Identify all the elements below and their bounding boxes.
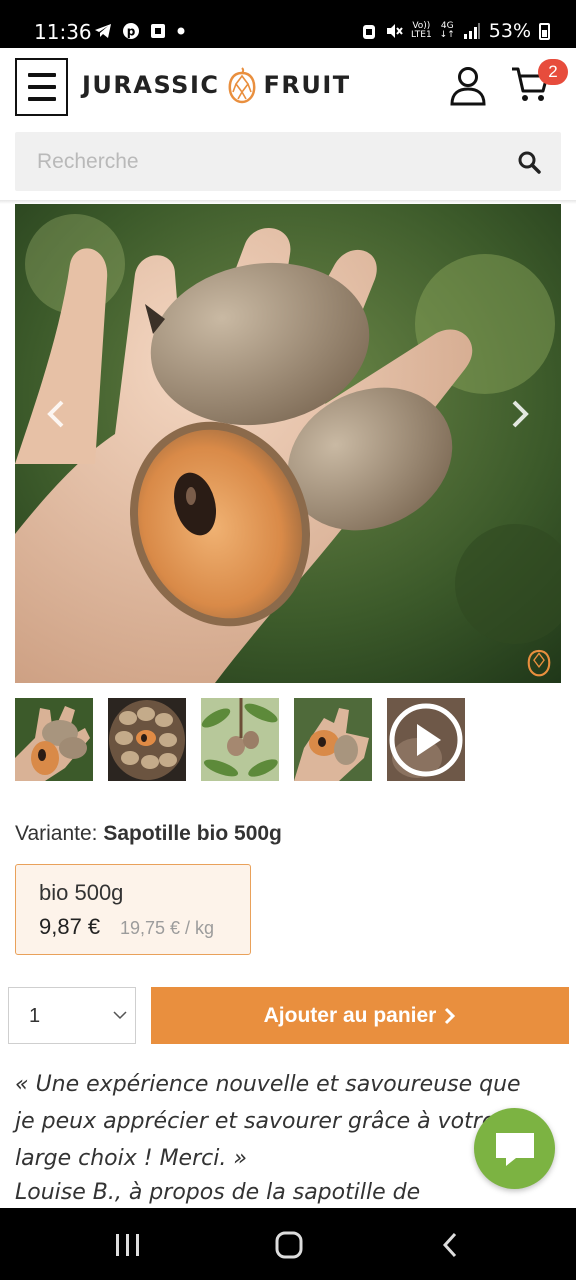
search-icon[interactable] (517, 150, 541, 174)
quantity-value: 1 (29, 1005, 41, 1027)
status-bar: 11:36 p Vo)) LTE1 4G ↓↑ 53% (0, 0, 576, 48)
svg-text:p: p (127, 25, 136, 39)
cart-count-badge[interactable]: 2 (538, 59, 568, 85)
mute-icon (386, 24, 403, 38)
logo-text-left: JURASSIC (82, 71, 220, 99)
chat-bubble-icon (496, 1133, 534, 1166)
testimonial-author: Louise B., à propos de la sapotille de (15, 1180, 421, 1205)
site-header: JURASSIC FRUIT 2 (0, 48, 576, 128)
testimonial-quote: « Une expérience nouvelle et savoureuse … (15, 1072, 521, 1171)
thumbnail-video[interactable] (387, 698, 465, 781)
variant-option-price: 9,87 € (39, 914, 101, 939)
watermark-logo-icon (527, 649, 551, 677)
dot-icon (177, 27, 185, 35)
add-to-cart-button[interactable]: Ajouter au panier (151, 987, 569, 1044)
network-label: Vo)) LTE1 (410, 21, 432, 40)
system-navigation-bar (0, 1208, 576, 1280)
battery-icon (539, 22, 550, 40)
status-time: 11:36 (34, 20, 92, 44)
pinterest-icon: p (123, 23, 139, 39)
status-system-icons: Vo)) LTE1 4G ↓↑ 53% (361, 20, 550, 42)
variant-selected-name: Sapotille bio 500g (103, 822, 282, 845)
signal-icon (463, 23, 480, 39)
site-logo[interactable]: JURASSIC FRUIT (82, 66, 351, 104)
durian-logo-icon (228, 67, 255, 104)
search-bar[interactable]: Recherche (15, 132, 561, 191)
chevron-down-icon (113, 1011, 127, 1020)
back-icon[interactable] (440, 1232, 460, 1258)
hamburger-icon (28, 73, 56, 77)
home-icon[interactable] (275, 1231, 303, 1259)
gallery-prev-arrow-icon[interactable] (37, 394, 77, 434)
thumbnail-4[interactable] (294, 698, 372, 781)
status-notifications: p (94, 22, 186, 40)
gallery-next-arrow-icon[interactable] (499, 394, 539, 434)
network-type: 4G ↓↑ (439, 21, 455, 40)
chat-button[interactable] (474, 1108, 555, 1189)
variant-option-bio-500g[interactable]: bio 500g 9,87 € 19,75 € / kg (15, 864, 251, 955)
thumbnail-2[interactable] (108, 698, 186, 781)
thumbnail-3[interactable] (201, 698, 279, 781)
logo-text-right: FRUIT (263, 71, 351, 99)
alarm-icon (362, 25, 375, 39)
thumbnail-strip (15, 698, 465, 781)
account-icon[interactable] (449, 66, 487, 106)
telegram-icon (95, 24, 111, 38)
thumbnail-1[interactable] (15, 698, 93, 781)
search-input[interactable]: Recherche (37, 150, 139, 174)
variant-option-name: bio 500g (39, 880, 124, 905)
product-main-image[interactable] (15, 204, 561, 683)
menu-button[interactable] (15, 58, 68, 116)
product-photo (15, 204, 561, 683)
variant-label: Variante: Sapotille bio 500g (15, 822, 282, 845)
chevron-right-icon (445, 1007, 456, 1024)
recent-apps-icon[interactable] (113, 1233, 143, 1257)
quantity-select[interactable]: 1 (8, 987, 136, 1044)
battery-text: 53% (488, 20, 531, 42)
notification-icon (151, 24, 165, 38)
variant-option-price-per-kg: 19,75 € / kg (120, 918, 215, 938)
